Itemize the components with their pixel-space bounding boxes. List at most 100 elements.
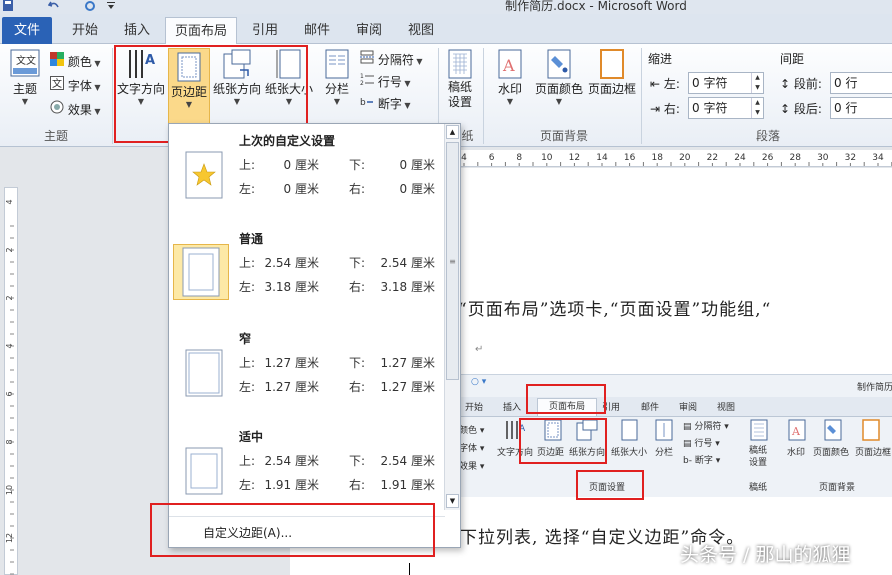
ruler-label: 6: [489, 153, 495, 163]
scroll-down-icon[interactable]: ▼: [446, 494, 459, 508]
spacing-after-input[interactable]: 0 行: [830, 97, 892, 119]
theme-fonts-label: 字体: [67, 79, 92, 93]
themes-label: 主题: [12, 82, 37, 96]
hyphenation-button[interactable]: b 断字 ▼: [360, 94, 411, 112]
embedded-page-borders-icon: [862, 419, 880, 441]
margins-dropdown-icon: ▼: [185, 100, 193, 109]
ruler-label: 4: [461, 153, 467, 163]
indent-right-input[interactable]: 0 字符 ▲ ▼: [688, 97, 764, 119]
spacing-after-icon: ↕: [780, 102, 791, 116]
group-label-paragraph: 段落: [755, 129, 780, 143]
tab-view[interactable]: 视图: [398, 17, 444, 44]
breaks-label: 分隔符: [377, 53, 414, 67]
orientation-button[interactable]: 纸张方向 ▼: [210, 48, 264, 106]
margin-option-title: 适中: [239, 430, 264, 444]
theme-fonts-button[interactable]: 文 字体 ▼: [50, 76, 101, 94]
embedded-group-page-setup: 页面设置: [589, 483, 626, 493]
page-borders-icon: [600, 49, 624, 79]
themes-button[interactable]: 文文 主题 ▼: [6, 48, 44, 106]
vertical-ruler[interactable]: 4 2 2 4 6 8 10 12: [0, 147, 22, 575]
embedded-page-color-icon: [824, 419, 842, 441]
tab-references[interactable]: 引用: [242, 17, 288, 44]
group-divider: [641, 48, 642, 144]
scroll-up-icon[interactable]: ▲: [446, 125, 459, 139]
page-color-button[interactable]: 页面颜色 ▼: [532, 48, 586, 106]
dropdown-scrollbar[interactable]: ▲ ≡ ▼: [444, 124, 460, 510]
embedded-ruler: [457, 497, 892, 500]
watermark-text: 头条号 / 那山的狐狸: [680, 544, 851, 566]
window-title: 制作简历.docx - Microsoft Word: [505, 0, 687, 13]
indent-left-icon: ⇤: [650, 77, 661, 91]
embedded-tab-page-layout: 页面布局: [537, 398, 597, 416]
ruler-label: 34: [872, 153, 884, 163]
svg-text:A: A: [145, 53, 155, 68]
text-direction-button[interactable]: A 文字方向 ▼: [116, 48, 166, 106]
spacing-label: 间距: [780, 52, 805, 66]
tab-mailings[interactable]: 邮件: [294, 17, 340, 44]
embedded-text-direction-icon: A: [506, 421, 526, 439]
text-direction-label: 文字方向: [116, 82, 165, 96]
margins-button[interactable]: 页边距 ▼: [168, 48, 210, 124]
embedded-hyphenation: b- 断字 ▾: [683, 456, 721, 466]
tab-page-layout[interactable]: 页面布局: [165, 17, 237, 45]
hyphenation-label: 断字: [377, 97, 402, 111]
indent-right-spinner[interactable]: ▲ ▼: [751, 98, 763, 118]
document-line-1: “页面布局”选项卡,“页面设置”功能组,“: [458, 300, 772, 320]
page-borders-button[interactable]: 页面边框: [586, 48, 638, 97]
columns-dropdown-icon: ▼: [333, 97, 341, 106]
spacing-before-input[interactable]: 0 行: [830, 72, 892, 94]
embedded-tab-view: 视图: [717, 403, 736, 413]
indent-left-label: ⇤ 左:: [650, 77, 680, 91]
spacing-before-icon: ↕: [780, 77, 791, 91]
margins-dropdown: 上次的自定义设置 上: 0 厘米 下: 0 厘米 左: 0 厘米 右: 0 厘米…: [168, 123, 461, 548]
indent-left-spinner[interactable]: ▲ ▼: [751, 73, 763, 93]
embedded-colors: 颜色 ▾: [459, 426, 485, 436]
breaks-button[interactable]: 分隔符 ▼: [360, 50, 423, 68]
indent-right-label: ⇥ 右:: [650, 102, 680, 116]
margin-option-narrow[interactable]: 窄 上: 1.27 厘米 下: 1.27 厘米 左: 1.27 厘米 右: 1.…: [169, 322, 445, 420]
watermark-button[interactable]: A 水印 ▼: [490, 48, 530, 106]
theme-effects-button[interactable]: 效果 ▼: [50, 100, 101, 118]
scroll-thumb[interactable]: ≡: [446, 142, 459, 380]
page-color-label: 页面颜色: [534, 82, 583, 96]
tab-insert[interactable]: 插入: [114, 17, 160, 44]
ruler-label: 4: [5, 199, 14, 204]
size-button[interactable]: 纸张大小 ▼: [264, 48, 314, 106]
normal-margin-icon: [173, 244, 229, 300]
line-numbers-label: 行号: [377, 75, 402, 89]
embedded-fonts: 字体 ▾: [459, 444, 485, 454]
line-numbers-button[interactable]: 12 行号 ▼: [360, 72, 411, 90]
text-direction-icon: A: [129, 50, 155, 78]
group-divider: [112, 48, 113, 144]
tab-review[interactable]: 审阅: [346, 17, 392, 44]
themes-icon: 文文: [10, 49, 40, 77]
watermark-icon: A: [498, 49, 522, 79]
margin-option-moderate[interactable]: 适中 上: 2.54 厘米 下: 2.54 厘米 左: 1.91 厘米 右: 1…: [169, 420, 445, 518]
custom-margins-item[interactable]: 自定义边距(A)...: [169, 516, 445, 546]
svg-text:文文: 文文: [16, 54, 36, 67]
spacing-before-label: ↕ 段前:: [780, 77, 822, 91]
page-color-dropdown-icon: ▼: [555, 97, 563, 106]
last-custom-margin-icon: [185, 151, 223, 199]
mouse-cursor: [409, 563, 410, 575]
embedded-line-numbers: ▤ 行号 ▾: [683, 439, 720, 449]
embedded-tab-references: 引用: [602, 403, 621, 413]
indent-left-input[interactable]: 0 字符 ▲ ▼: [688, 72, 764, 94]
embedded-group-background: 页面背景: [819, 483, 856, 493]
size-dropdown-icon: ▼: [285, 97, 293, 106]
tab-file[interactable]: 文件: [2, 17, 52, 44]
title-bar: 制作简历.docx - Microsoft Word: [0, 0, 892, 14]
tab-home[interactable]: 开始: [62, 17, 108, 44]
draft-settings-button[interactable]: 稿纸设置: [442, 48, 478, 110]
ruler-label: 24: [734, 153, 746, 163]
margin-option-normal[interactable]: 普通 上: 2.54 厘米 下: 2.54 厘米 左: 3.18 厘米 右: 3…: [169, 222, 445, 320]
columns-button[interactable]: 分栏 ▼: [318, 48, 356, 106]
colors-icon: [50, 52, 64, 66]
watermark-dropdown-icon: ▼: [506, 97, 514, 106]
embedded-title: 制作简历: [857, 383, 892, 393]
theme-colors-button[interactable]: 颜色 ▼: [50, 52, 101, 70]
vertical-ruler-ticks: 4224681012: [5, 199, 14, 575]
ribbon-tabs: 文件 开始 插入 页面布局 引用 邮件 审阅 视图: [0, 14, 892, 45]
margin-option-last-custom[interactable]: 上次的自定义设置 上: 0 厘米 下: 0 厘米 左: 0 厘米 右: 0 厘米: [169, 124, 445, 222]
horizontal-ruler[interactable]: 4 6 8 10 12 14 16 18 20 22 24 26 28 30 32 34: [460, 150, 892, 167]
